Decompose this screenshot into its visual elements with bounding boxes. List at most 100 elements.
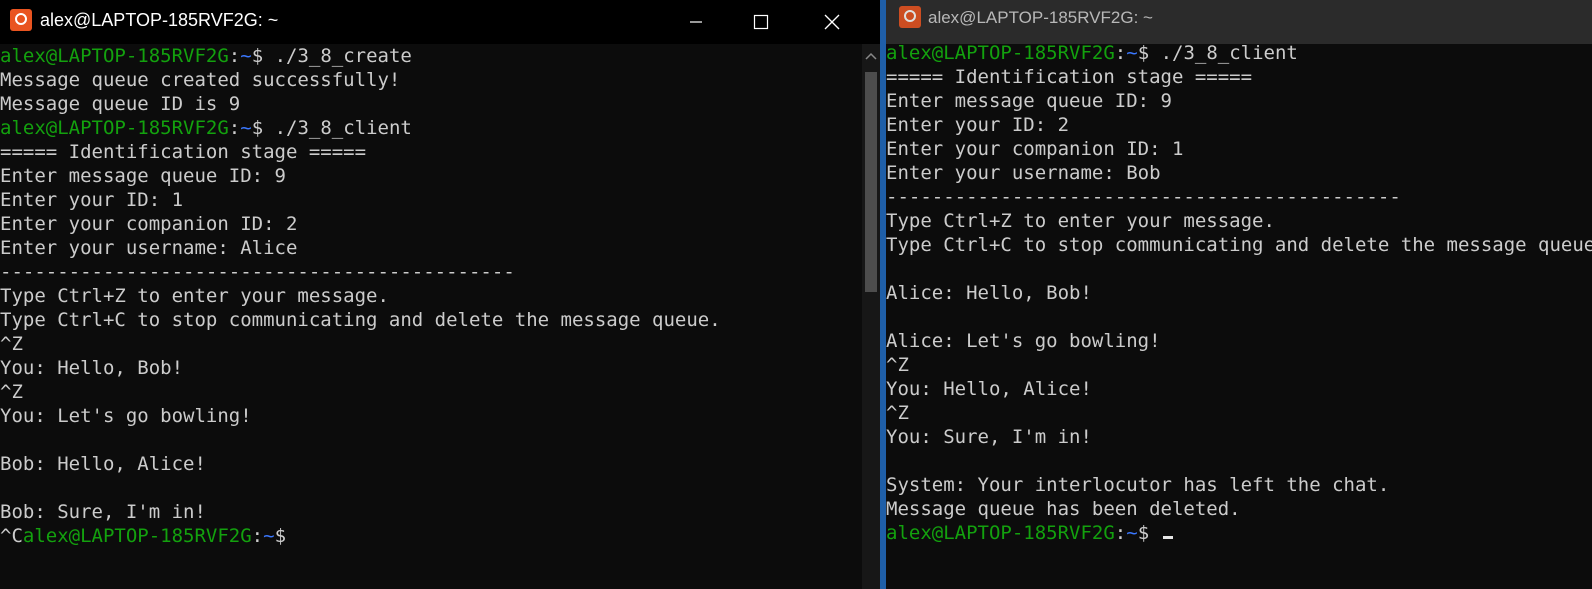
output-text: Enter your ID: 2 bbox=[886, 114, 1070, 136]
output-line: Enter your ID: 2 bbox=[886, 113, 1592, 137]
maximize-button[interactable] bbox=[725, 0, 797, 44]
output-line: Type Ctrl+Z to enter your message. bbox=[886, 209, 1592, 233]
prompt-user: alex@LAPTOP-185RVF2G bbox=[886, 522, 1115, 544]
terminal-window-right[interactable]: alex@LAPTOP-185RVF2G: ~ alex@LAPTOP-185R… bbox=[886, 0, 1592, 589]
output-line: Message queue has been deleted. bbox=[886, 497, 1592, 521]
output-line: Bob: Hello, Alice! bbox=[0, 452, 880, 476]
output-text: Type Ctrl+Z to enter your message. bbox=[0, 285, 389, 307]
output-text: Enter your username: Alice bbox=[0, 237, 298, 259]
output-line: ===== Identification stage ===== bbox=[886, 65, 1592, 89]
output-text: ===== Identification stage ===== bbox=[886, 66, 1253, 88]
output-line: You: Hello, Alice! bbox=[886, 377, 1592, 401]
output-line: ===== Identification stage ===== bbox=[0, 140, 880, 164]
prompt-line: alex@LAPTOP-185RVF2G:~$ ./3_8_client bbox=[0, 117, 412, 139]
output-text: Bob: Hello, Alice! bbox=[0, 453, 206, 475]
output-text: Type Ctrl+Z to enter your message. bbox=[886, 210, 1275, 232]
ubuntu-app-icon bbox=[10, 9, 32, 31]
output-text: ^Z bbox=[886, 402, 909, 424]
output-line: You: Sure, I'm in! bbox=[886, 425, 1592, 449]
output-text: ^Z bbox=[0, 333, 23, 355]
output-text: ^Z bbox=[0, 381, 23, 403]
output-text: Message queue has been deleted. bbox=[886, 498, 1241, 520]
command-text: $ bbox=[274, 525, 287, 547]
prompt-path: ~ bbox=[1126, 522, 1138, 544]
output-line: Enter your ID: 1 bbox=[0, 188, 880, 212]
prompt-path: ~ bbox=[263, 525, 275, 547]
output-text: You: Hello, Alice! bbox=[886, 378, 1092, 400]
output-line: ^Z bbox=[0, 332, 880, 356]
chevron-up-icon bbox=[865, 52, 877, 60]
output-text: Alice: Hello, Bob! bbox=[886, 282, 1092, 304]
output-text: Type Ctrl+C to stop communicating and de… bbox=[0, 309, 721, 331]
output-text: ^Z bbox=[886, 354, 909, 376]
output-text: You: Let's go bowling! bbox=[0, 405, 252, 427]
output-text: Bob: Sure, I'm in! bbox=[0, 501, 206, 523]
close-button[interactable] bbox=[796, 0, 868, 44]
output-text: Enter your companion ID: 1 bbox=[886, 138, 1184, 160]
output-text: Enter your ID: 1 bbox=[0, 189, 184, 211]
output-line: ^Z bbox=[886, 353, 1592, 377]
output-line: Enter message queue ID: 9 bbox=[0, 164, 880, 188]
window-title: alex@LAPTOP-185RVF2G: ~ bbox=[928, 8, 1153, 27]
prompt-path: ~ bbox=[240, 117, 252, 139]
output-text: ===== Identification stage ===== bbox=[0, 141, 367, 163]
output-text: Enter your companion ID: 2 bbox=[0, 213, 298, 235]
output-line: Message queue ID is 9 bbox=[0, 92, 880, 116]
output-line: Type Ctrl+Z to enter your message. bbox=[0, 284, 880, 308]
output-line: Alice: Hello, Bob! bbox=[886, 281, 1592, 305]
output-line: Bob: Sure, I'm in! bbox=[0, 500, 880, 524]
output-line: ^Z bbox=[0, 380, 880, 404]
output-line: Type Ctrl+C to stop communicating and de… bbox=[886, 233, 1592, 257]
scrollbar[interactable] bbox=[862, 44, 880, 589]
terminal-window-left[interactable]: alex@LAPTOP-185RVF2G: ~ alex@LAPTOP-185R… bbox=[0, 0, 880, 589]
prompt-user: alex@LAPTOP-185RVF2G bbox=[22, 525, 252, 547]
maximize-icon bbox=[753, 14, 769, 30]
output-text: Alice: Let's go bowling! bbox=[886, 330, 1161, 352]
output-line: Enter your companion ID: 1 bbox=[886, 137, 1592, 161]
prompt-line: ^Calex@LAPTOP-185RVF2G:~$ bbox=[0, 525, 287, 547]
output-text: System: Your interlocutor has left the c… bbox=[886, 474, 1390, 496]
command-text: $ ./3_8_create bbox=[251, 45, 412, 67]
title-bar[interactable]: alex@LAPTOP-185RVF2G: ~ bbox=[0, 0, 880, 44]
minimize-button[interactable] bbox=[660, 0, 732, 44]
prompt-user: alex@LAPTOP-185RVF2G bbox=[0, 45, 229, 67]
title-bar[interactable]: alex@LAPTOP-185RVF2G: ~ bbox=[886, 0, 1592, 44]
window-title: alex@LAPTOP-185RVF2G: ~ bbox=[40, 10, 279, 30]
output-text: ----------------------------------------… bbox=[886, 186, 1401, 208]
prompt-path: ~ bbox=[1126, 42, 1138, 64]
terminal-output[interactable]: alex@LAPTOP-185RVF2G:~$ ./3_8_create Mess… bbox=[0, 44, 880, 589]
output-text: Type Ctrl+C to stop communicating and de… bbox=[886, 234, 1592, 256]
scroll-up-button[interactable] bbox=[862, 44, 880, 68]
minimize-icon bbox=[690, 21, 702, 23]
terminal-output[interactable]: alex@LAPTOP-185RVF2G:~$ ./3_8_client ====… bbox=[886, 41, 1592, 589]
output-line: You: Hello, Bob! bbox=[0, 356, 880, 380]
output-line: Enter your username: Alice bbox=[0, 236, 880, 260]
output-line: System: Your interlocutor has left the c… bbox=[886, 473, 1592, 497]
prompt-line: alex@LAPTOP-185RVF2G:~$ bbox=[886, 521, 1592, 545]
output-text: Enter your username: Bob bbox=[886, 162, 1161, 184]
output-line: Enter your companion ID: 2 bbox=[0, 212, 880, 236]
ubuntu-app-icon bbox=[899, 6, 921, 28]
output-text: Message queue ID is 9 bbox=[0, 93, 241, 115]
command-text: $ ./3_8_client bbox=[251, 117, 412, 139]
command-text: $ ./3_8_client bbox=[1137, 42, 1298, 64]
output-text: Enter message queue ID: 9 bbox=[0, 165, 286, 187]
control-char: ^C bbox=[0, 525, 23, 547]
output-line: You: Let's go bowling! bbox=[0, 404, 880, 428]
output-text: You: Sure, I'm in! bbox=[886, 426, 1092, 448]
prompt-line: alex@LAPTOP-185RVF2G:~$ ./3_8_client bbox=[886, 42, 1298, 64]
output-line: Type Ctrl+C to stop communicating and de… bbox=[0, 308, 880, 332]
scrollbar-thumb[interactable] bbox=[865, 72, 877, 292]
output-line: Enter your username: Bob bbox=[886, 161, 1592, 185]
output-text: ----------------------------------------… bbox=[0, 261, 515, 283]
output-text: Message queue created successfully! bbox=[0, 69, 401, 91]
output-line: Message queue created successfully! bbox=[0, 68, 880, 92]
prompt-path: ~ bbox=[240, 45, 252, 67]
output-line: Enter message queue ID: 9 bbox=[886, 89, 1592, 113]
text-cursor bbox=[1162, 536, 1173, 539]
